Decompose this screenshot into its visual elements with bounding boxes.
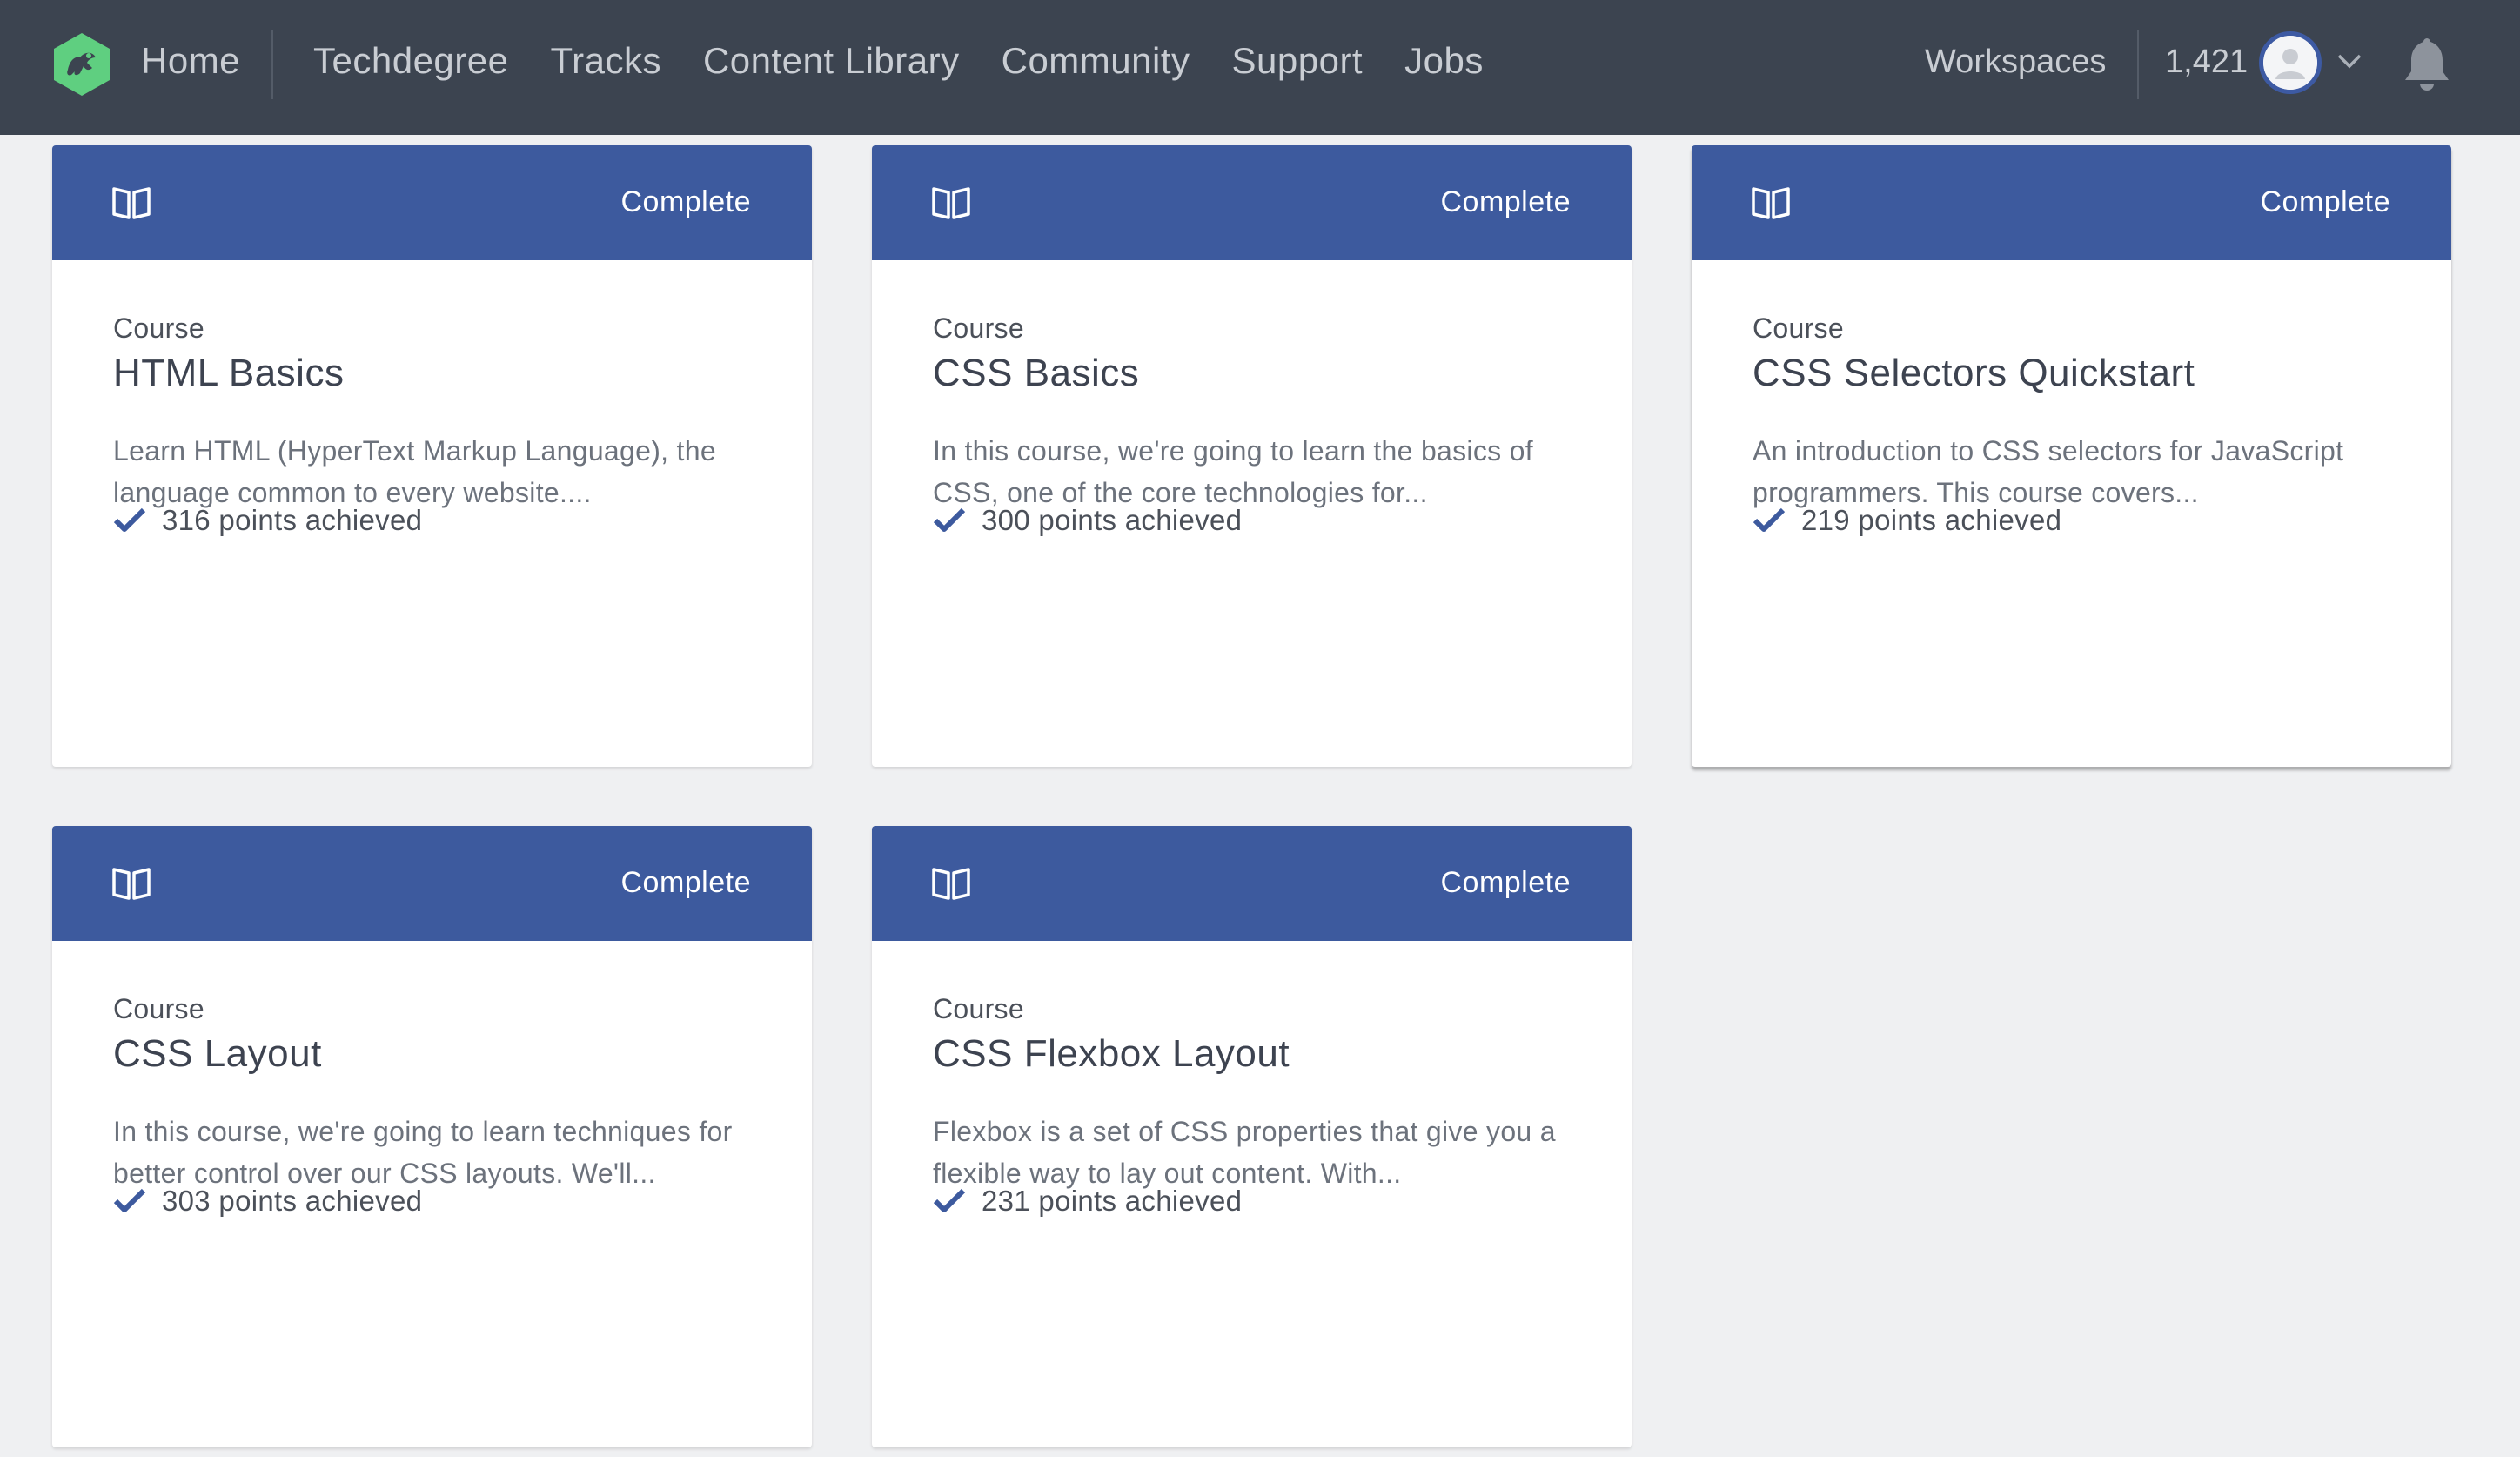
book-icon bbox=[1752, 187, 1790, 219]
card-title[interactable]: CSS Selectors Quickstart bbox=[1753, 352, 2390, 395]
top-navigation-bar: Home Techdegree Tracks Content Library C… bbox=[0, 0, 2520, 135]
treehouse-logo-icon[interactable] bbox=[49, 31, 115, 97]
book-icon bbox=[112, 868, 151, 900]
card-title[interactable]: HTML Basics bbox=[113, 352, 751, 395]
card-body: Course CSS Layout In this course, we're … bbox=[52, 941, 812, 1194]
card-type-label: Course bbox=[933, 312, 1024, 344]
card-body: Course CSS Selectors Quickstart An intro… bbox=[1692, 260, 2451, 514]
course-card-css-flexbox-layout[interactable]: Complete Course CSS Flexbox Layout Flexb… bbox=[872, 826, 1632, 1447]
card-points: 231 points achieved bbox=[933, 1185, 1242, 1218]
card-description: An introduction to CSS selectors for Jav… bbox=[1753, 435, 2344, 508]
course-card-css-basics[interactable]: Complete Course CSS Basics In this cours… bbox=[872, 145, 1632, 767]
card-points: 300 points achieved bbox=[933, 504, 1242, 537]
nav-link-content-library[interactable]: Content Library bbox=[703, 40, 960, 82]
nav-divider bbox=[271, 30, 273, 99]
book-icon bbox=[112, 187, 151, 219]
nav-link-community[interactable]: Community bbox=[1002, 40, 1190, 82]
card-description: In this course, we're going to learn tec… bbox=[113, 1116, 733, 1189]
card-body: Course HTML Basics Learn HTML (HyperText… bbox=[52, 260, 812, 514]
status-badge: Complete bbox=[1440, 185, 1571, 218]
card-type-label: Course bbox=[113, 312, 204, 344]
card-type-label: Course bbox=[933, 993, 1024, 1024]
checkmark-icon bbox=[113, 507, 146, 532]
card-title[interactable]: CSS Basics bbox=[933, 352, 1571, 395]
checkmark-icon bbox=[1753, 507, 1786, 532]
card-description: Flexbox is a set of CSS properties that … bbox=[933, 1116, 1556, 1189]
course-card-css-layout[interactable]: Complete Course CSS Layout In this cours… bbox=[52, 826, 812, 1447]
card-description: In this course, we're going to learn the… bbox=[933, 435, 1533, 508]
nav-home-link[interactable]: Home bbox=[141, 40, 240, 82]
status-badge: Complete bbox=[620, 866, 751, 899]
checkmark-icon bbox=[933, 1188, 966, 1212]
card-header: Complete bbox=[872, 145, 1632, 260]
card-body: Course CSS Flexbox Layout Flexbox is a s… bbox=[872, 941, 1632, 1194]
chevron-down-icon[interactable] bbox=[2336, 50, 2363, 71]
book-icon bbox=[932, 187, 970, 219]
nav-workspaces-link[interactable]: Workspaces bbox=[1925, 44, 2106, 81]
points-achieved-text: 303 points achieved bbox=[162, 1185, 423, 1217]
user-points-count: 1,421 bbox=[2165, 44, 2249, 80]
card-header: Complete bbox=[52, 826, 812, 941]
card-title[interactable]: CSS Layout bbox=[113, 1032, 751, 1076]
card-points: 316 points achieved bbox=[113, 504, 422, 537]
avatar[interactable] bbox=[2259, 31, 2322, 94]
card-points: 219 points achieved bbox=[1753, 504, 2061, 537]
bell-icon[interactable] bbox=[2400, 35, 2454, 92]
points-achieved-text: 219 points achieved bbox=[1801, 504, 2062, 536]
status-badge: Complete bbox=[620, 185, 751, 218]
checkmark-icon bbox=[113, 1188, 146, 1212]
card-body: Course CSS Basics In this course, we're … bbox=[872, 260, 1632, 514]
points-achieved-text: 231 points achieved bbox=[982, 1185, 1243, 1217]
card-header: Complete bbox=[52, 145, 812, 260]
card-type-label: Course bbox=[113, 993, 204, 1024]
nav-link-techdegree[interactable]: Techdegree bbox=[313, 40, 509, 82]
nav-link-jobs[interactable]: Jobs bbox=[1404, 40, 1484, 82]
user-avatar-icon bbox=[2263, 36, 2317, 90]
nav-link-tracks[interactable]: Tracks bbox=[551, 40, 661, 82]
card-description: Learn HTML (HyperText Markup Language), … bbox=[113, 435, 716, 508]
nav-link-support[interactable]: Support bbox=[1232, 40, 1364, 82]
course-card-html-basics[interactable]: Complete Course HTML Basics Learn HTML (… bbox=[52, 145, 812, 767]
card-header: Complete bbox=[1692, 145, 2451, 260]
points-achieved-text: 300 points achieved bbox=[982, 504, 1243, 536]
card-points: 303 points achieved bbox=[113, 1185, 422, 1218]
course-card-css-selectors-quickstart[interactable]: Complete Course CSS Selectors Quickstart… bbox=[1692, 145, 2451, 767]
nav-links: Techdegree Tracks Content Library Commun… bbox=[313, 40, 1484, 82]
book-icon bbox=[932, 868, 970, 900]
status-badge: Complete bbox=[1440, 866, 1571, 899]
nav-divider bbox=[2137, 30, 2139, 99]
card-type-label: Course bbox=[1753, 312, 1844, 344]
card-header: Complete bbox=[872, 826, 1632, 941]
points-achieved-text: 316 points achieved bbox=[162, 504, 423, 536]
card-title[interactable]: CSS Flexbox Layout bbox=[933, 1032, 1571, 1076]
checkmark-icon bbox=[933, 507, 966, 532]
status-badge: Complete bbox=[2260, 185, 2390, 218]
